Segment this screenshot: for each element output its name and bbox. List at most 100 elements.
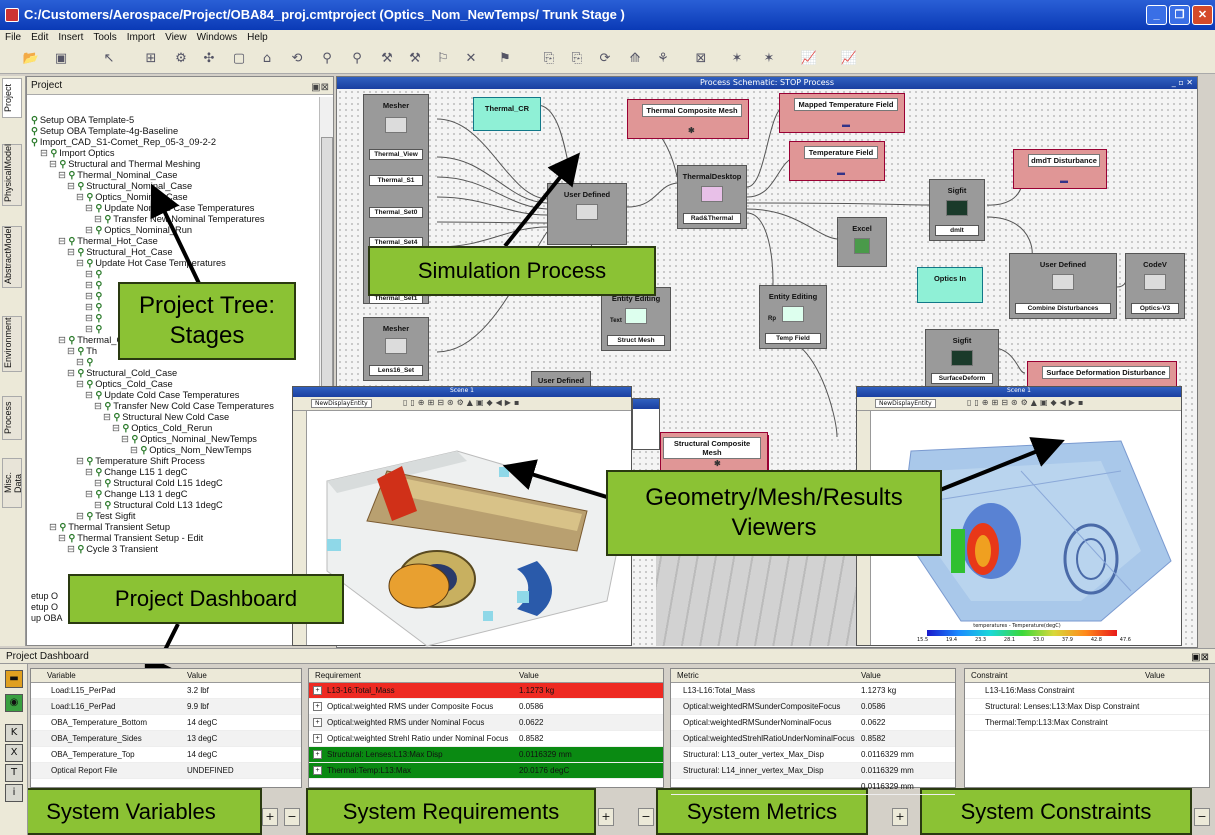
thermal-desktop-node[interactable]: ThermalDesktop Rad&Thermal <box>677 165 747 229</box>
expand-icon[interactable]: + <box>313 734 322 743</box>
tree-expand-icon[interactable]: ⊟ <box>85 324 95 334</box>
close-button[interactable]: ✕ <box>1192 5 1213 25</box>
tree-item[interactable]: ⊟ ⚲ Thermal Transient Setup <box>31 522 311 533</box>
table-row[interactable]: 0.0116329 mm <box>671 779 955 795</box>
tool-icon[interactable]: ✕ <box>462 50 480 68</box>
variable-value[interactable]: 14 degC <box>187 750 217 759</box>
tree-item[interactable]: ⚲ Setup OBA Template-4g-Baseline <box>31 126 311 137</box>
tree-expand-icon[interactable]: ⊟ <box>94 214 104 224</box>
tree-partial-item[interactable]: etup O <box>31 602 63 613</box>
tree-expand-icon[interactable]: ⊟ <box>76 379 86 389</box>
tree-item[interactable]: ⊟ ⚲ Thermal_Nominal_Case <box>31 170 311 181</box>
tree-expand-icon[interactable]: ⊟ <box>49 159 59 169</box>
tool-icon[interactable]: ✣ <box>200 50 218 68</box>
tree-expand-icon[interactable]: ⊟ <box>85 203 95 213</box>
optics-in-node[interactable]: Optics In <box>917 267 983 303</box>
tree-item[interactable]: ⊟ ⚲ Thermal_Hot_Case <box>31 236 311 247</box>
excel-node[interactable]: Excel <box>837 217 887 267</box>
tree-expand-icon[interactable]: ⊟ <box>85 269 95 279</box>
tool-icon[interactable]: ⌂ <box>258 50 276 68</box>
mesher-node[interactable]: Mesher Lens16_Set <box>363 317 429 381</box>
tree-expand-icon[interactable]: ⊟ <box>76 511 86 521</box>
table-row[interactable]: + L13-16:Total_Mass 1.1273 kg <box>309 683 663 699</box>
save-icon[interactable]: ▣ <box>52 50 70 68</box>
tool-icon[interactable]: ⚲ <box>348 50 366 68</box>
tree-expand-icon[interactable]: ⊟ <box>76 456 86 466</box>
sigfit-node[interactable]: Sigfit SurfaceDeform <box>925 329 999 389</box>
constraints-table[interactable]: Constraint Value L13-L16:Mass Constraint… <box>964 668 1210 788</box>
table-row[interactable]: Load:L15_PerPad 3.2 lbf <box>31 683 301 699</box>
table-row[interactable]: Structural: L14_inner_vertex_Max_Disp 0.0… <box>671 763 955 779</box>
tab-abstract-model[interactable]: AbstractModel <box>2 226 22 288</box>
requirements-table[interactable]: Requirement Value + L13-16:Total_Mass 1.12… <box>308 668 664 788</box>
tool-icon[interactable]: ⟳ <box>596 50 614 68</box>
menu-tools[interactable]: Tools <box>88 30 121 45</box>
tool-icon[interactable]: ⚲ <box>318 50 336 68</box>
chart-icon[interactable]: 📈 <box>800 50 818 68</box>
variable-value[interactable]: 14 degC <box>187 718 217 727</box>
table-row[interactable]: + Optical:weighted Strehl Ratio under Nom… <box>309 731 663 747</box>
tree-item[interactable]: ⊟ ⚲ Update Cold Case Temperatures <box>31 390 311 401</box>
tree-item[interactable]: ⊟ ⚲ Update Hot Case Temperatures <box>31 258 311 269</box>
tree-partial-item[interactable]: up OBA <box>31 613 63 624</box>
tree-item[interactable]: ⊟ ⚲ Structural and Thermal Meshing <box>31 159 311 170</box>
tree-item[interactable]: ⊟ ⚲ Optics_Cold_Case <box>31 379 311 390</box>
tree-expand-icon[interactable]: ⊟ <box>85 390 95 400</box>
tool-icon[interactable]: ⟲ <box>288 50 306 68</box>
mesher-output-label[interactable]: Thermal_View <box>369 149 423 160</box>
thermal-cr-node[interactable]: Thermal_CR <box>473 97 541 131</box>
thermal-composite-mesh-node[interactable]: Thermal Composite Mesh ✱ <box>627 99 749 139</box>
tool-icon[interactable]: ⚘ <box>654 50 672 68</box>
tree-expand-icon[interactable]: ⊟ <box>58 170 68 180</box>
sigfit-output[interactable]: dmlt <box>935 225 979 236</box>
tab-misc-data[interactable]: Misc. Data <box>2 458 23 508</box>
tool-icon[interactable]: ▢ <box>230 50 248 68</box>
tool-icon[interactable]: ⚐ <box>434 50 452 68</box>
variable-value[interactable]: UNDEFINED <box>187 766 234 775</box>
remove-button[interactable]: − <box>1194 808 1210 826</box>
tree-item[interactable]: ⊟ ⚲ Optics_Nominal_NewTemps <box>31 434 311 445</box>
partial-window[interactable] <box>632 398 660 450</box>
variable-value[interactable]: 9.9 lbf <box>187 702 209 711</box>
viewer-tool-icons[interactable]: ▯▯⊕⊞⊟⊛⚙▲▣◆◀▶▪ <box>403 398 522 407</box>
tree-expand-icon[interactable]: ⊟ <box>76 192 86 202</box>
tool-icon[interactable]: ⊠ <box>692 50 710 68</box>
tree-expand-icon[interactable]: ⊟ <box>58 533 68 543</box>
tree-partial-item[interactable]: etup O <box>31 591 63 602</box>
table-row[interactable]: OBA_Temperature_Bottom 14 degC <box>31 715 301 731</box>
user-defined-node[interactable]: User Defined <box>547 183 627 245</box>
table-row[interactable]: OBA_Temperature_Sides 13 degC <box>31 731 301 747</box>
table-row[interactable]: Optical:weightedStrehlRatioUnderNominalF… <box>671 731 955 747</box>
codev-node[interactable]: CodeV Optics-V3 <box>1125 253 1185 319</box>
tree-expand-icon[interactable]: ⊟ <box>67 181 77 191</box>
tool-icon[interactable]: ⚑ <box>496 50 514 68</box>
menu-import[interactable]: Import <box>122 30 160 45</box>
tool-icon[interactable]: ⎘ <box>540 50 558 68</box>
expand-icon[interactable]: + <box>313 718 322 727</box>
add-button[interactable]: + <box>262 808 278 826</box>
tree-item[interactable]: ⚲ Setup OBA Template-5 <box>31 115 311 126</box>
column-header[interactable]: Constraint <box>971 671 1007 680</box>
expand-icon[interactable]: + <box>313 766 322 775</box>
tree-expand-icon[interactable]: ⊟ <box>76 357 86 367</box>
entity-editing-output[interactable]: Struct Mesh <box>607 335 665 346</box>
table-row[interactable]: Optical:weightedRMSunderCompositeFocus 0.… <box>671 699 955 715</box>
tool-icon[interactable]: ⚙ <box>172 50 190 68</box>
entity-editing-node[interactable]: Entity Editing Text Struct Mesh <box>601 287 671 351</box>
tool-icon[interactable]: ✶ <box>728 50 746 68</box>
temperature-field-node[interactable]: Temperature Field ▬ <box>789 141 885 181</box>
table-row[interactable]: Optical Report File UNDEFINED <box>31 763 301 779</box>
maximize-button[interactable]: ❐ <box>1169 5 1190 25</box>
display-entity-dropdown[interactable]: NewDisplayEntity <box>311 399 372 408</box>
tree-item[interactable]: ⊟ ⚲ Cycle 3 Transient <box>31 544 311 555</box>
minimize-button[interactable]: _ <box>1146 5 1167 25</box>
table-row[interactable]: Structural: Lenses:L13:Max Disp Constrai… <box>965 699 1209 715</box>
panel-options-icon[interactable]: ▣⊠ <box>1191 650 1209 665</box>
tree-expand-icon[interactable]: ⊟ <box>121 434 131 444</box>
dmdt-disturbance-node[interactable]: dmdT Disturbance ▬ <box>1013 149 1107 189</box>
tree-item[interactable]: ⊟ ⚲ Structural New Cold Case <box>31 412 311 423</box>
tree-expand-icon[interactable]: ⊟ <box>94 500 104 510</box>
column-header[interactable]: Requirement <box>315 671 361 680</box>
expand-icon[interactable]: + <box>313 702 322 711</box>
display-entity-dropdown[interactable]: NewDisplayEntity <box>875 399 936 408</box>
